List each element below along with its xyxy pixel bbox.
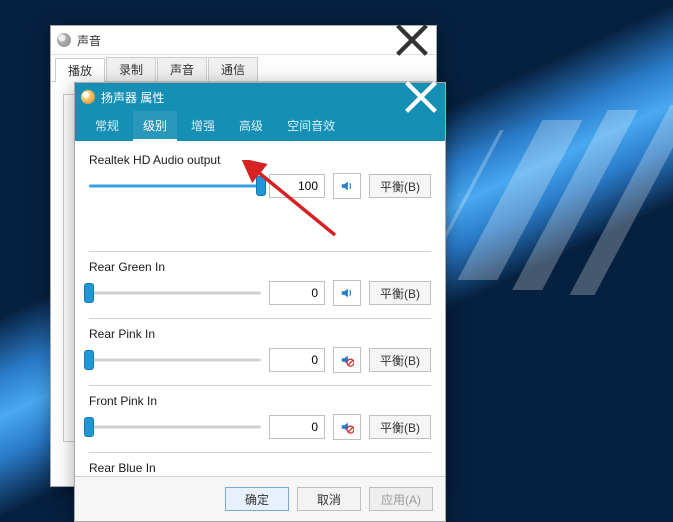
divider: [89, 385, 431, 386]
dialog-footer: 确定 取消 应用(A): [75, 476, 445, 521]
input-section: Rear Green In 0 平衡(B): [89, 260, 431, 306]
ok-button[interactable]: 确定: [225, 487, 289, 511]
sound-titlebar[interactable]: 声音: [51, 26, 436, 55]
prop-titlebar[interactable]: 扬声器 属性: [75, 83, 445, 111]
input-slider[interactable]: [89, 283, 261, 303]
mute-button[interactable]: [333, 280, 361, 306]
input-name: Rear Pink In: [89, 327, 431, 341]
balance-button[interactable]: 平衡(B): [369, 415, 431, 439]
speaker-icon: [81, 90, 95, 104]
tab-sounds[interactable]: 声音: [157, 57, 207, 81]
divider: [89, 318, 431, 319]
slider-thumb[interactable]: [85, 284, 93, 302]
muted-icon-button[interactable]: [333, 347, 361, 373]
input-value[interactable]: 0: [269, 281, 325, 305]
tab-comm[interactable]: 通信: [208, 57, 258, 81]
input-levels-list: Rear Green In0平衡(B)Rear Pink In0平衡(B)Fro…: [89, 260, 431, 487]
prop-title: 扬声器 属性: [101, 89, 403, 106]
tab-general[interactable]: 常规: [85, 111, 129, 141]
muted-icon-button[interactable]: [333, 414, 361, 440]
tab-advanced[interactable]: 高级: [229, 111, 273, 141]
input-section: Rear Pink In 0 平衡(B): [89, 327, 431, 373]
mute-button[interactable]: [333, 173, 361, 199]
cancel-button[interactable]: 取消: [297, 487, 361, 511]
speaker-properties-dialog: 扬声器 属性 常规 级别 增强 高级 空间音效 Realtek HD Audio…: [74, 82, 446, 522]
prop-tabs: 常规 级别 增强 高级 空间音效: [75, 111, 445, 141]
speaker-app-icon: [57, 33, 71, 47]
close-icon[interactable]: [403, 83, 439, 111]
divider: [89, 452, 431, 453]
input-name: Rear Green In: [89, 260, 431, 274]
input-value[interactable]: 0: [269, 348, 325, 372]
tab-recording[interactable]: 录制: [106, 57, 156, 81]
balance-button[interactable]: 平衡(B): [369, 348, 431, 372]
slider-thumb[interactable]: [85, 418, 93, 436]
tab-playback[interactable]: 播放: [55, 58, 105, 82]
levels-panel: Realtek HD Audio output 100 平衡(B) Rear G…: [75, 141, 445, 487]
sound-tabs: 播放 录制 声音 通信: [51, 55, 436, 82]
main-output-slider[interactable]: [89, 176, 261, 196]
tab-levels[interactable]: 级别: [133, 111, 177, 141]
main-output-name: Realtek HD Audio output: [89, 153, 431, 167]
tab-spatial[interactable]: 空间音效: [277, 111, 345, 141]
input-slider[interactable]: [89, 350, 261, 370]
balance-button[interactable]: 平衡(B): [369, 281, 431, 305]
balance-button[interactable]: 平衡(B): [369, 174, 431, 198]
apply-button[interactable]: 应用(A): [369, 487, 433, 511]
tab-enhance[interactable]: 增强: [181, 111, 225, 141]
divider: [89, 251, 431, 252]
main-output-value[interactable]: 100: [269, 174, 325, 198]
input-value[interactable]: 0: [269, 415, 325, 439]
close-icon[interactable]: [394, 26, 430, 54]
input-slider[interactable]: [89, 417, 261, 437]
input-name: Front Pink In: [89, 394, 431, 408]
main-output-section: Realtek HD Audio output 100 平衡(B): [89, 153, 431, 199]
input-name: Rear Blue In: [89, 461, 431, 475]
input-section: Front Pink In 0 平衡(B): [89, 394, 431, 440]
slider-thumb[interactable]: [85, 351, 93, 369]
sound-title: 声音: [77, 32, 394, 49]
slider-thumb[interactable]: [257, 177, 265, 195]
